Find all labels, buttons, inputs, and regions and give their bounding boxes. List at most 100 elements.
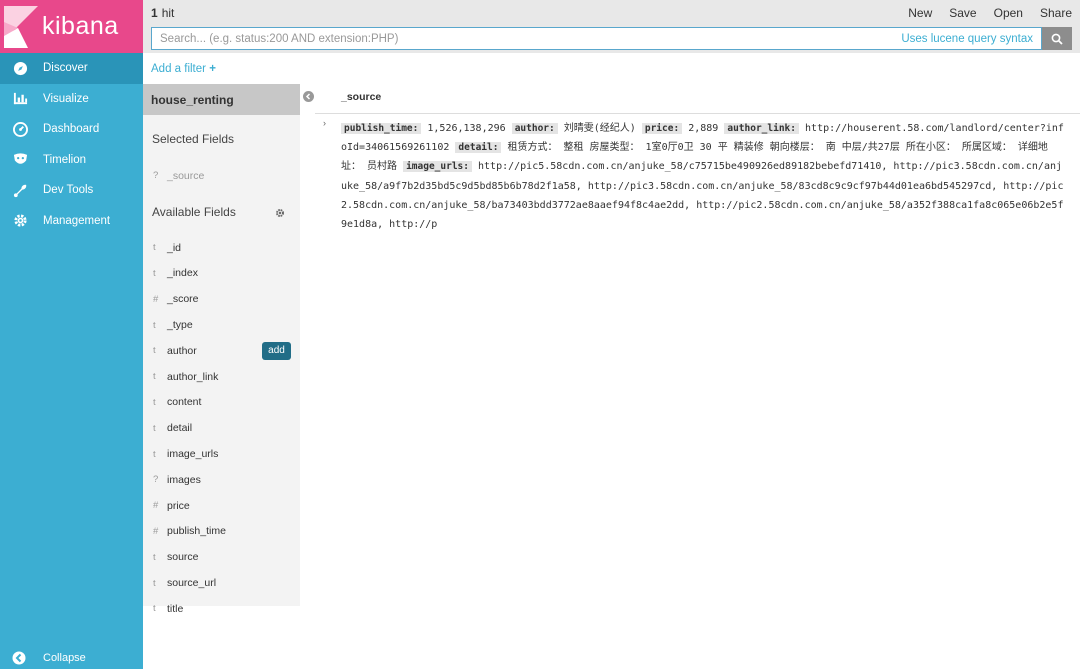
source-column-header: _source: [341, 91, 382, 103]
field-name: images: [167, 473, 201, 486]
nav-item-timelion[interactable]: Timelion: [0, 145, 143, 176]
field-name: author: [167, 344, 197, 357]
field-name: content: [167, 396, 202, 409]
lucene-syntax-link[interactable]: Uses lucene query syntax: [901, 33, 1033, 45]
field-type-icon: ?: [153, 474, 159, 486]
field-item[interactable]: ? _source: [143, 163, 300, 189]
field-item[interactable]: ? images: [143, 467, 300, 493]
field-item[interactable]: t _type: [143, 312, 300, 338]
field-item[interactable]: # price: [143, 493, 300, 519]
save-button[interactable]: Save: [949, 6, 976, 20]
add-filter-link[interactable]: Add a filter +: [151, 63, 216, 75]
source-field-key: author_link:: [724, 123, 799, 134]
field-item[interactable]: # _score: [143, 286, 300, 312]
nav-item-label: Visualize: [43, 92, 89, 105]
divider: [315, 113, 1080, 114]
field-item[interactable]: t source: [143, 544, 300, 570]
gear-icon: [12, 213, 28, 229]
sidebar-collapse-icon[interactable]: [303, 89, 314, 102]
search-placeholder: Search... (e.g. status:200 AND extension…: [160, 32, 399, 45]
search-button[interactable]: [1042, 27, 1072, 50]
field-name: title: [167, 602, 184, 615]
new-button[interactable]: New: [908, 6, 932, 20]
field-type-icon: t: [153, 448, 156, 460]
field-type-icon: t: [153, 242, 156, 254]
dashboard-icon: [12, 121, 28, 137]
field-item[interactable]: t content: [143, 390, 300, 416]
source-field-value: 1,526,138,296: [427, 123, 506, 134]
nav-item-dev-tools[interactable]: Dev Tools: [0, 175, 143, 206]
field-item[interactable]: t author_link: [143, 364, 300, 390]
kibana-logo-icon: [4, 5, 38, 48]
field-type-icon: t: [153, 345, 156, 357]
available-fields-title: Available Fields: [152, 204, 236, 219]
field-item[interactable]: t image_urls: [143, 441, 300, 467]
open-button[interactable]: Open: [994, 6, 1023, 20]
field-item[interactable]: t author add: [143, 338, 300, 364]
document-row[interactable]: publish_time: 1,526,138,296 author: 刘晴雯(…: [341, 119, 1066, 234]
filter-bar: Add a filter +: [143, 53, 1080, 84]
nav-item-label: Management: [43, 214, 111, 227]
plus-icon: +: [209, 62, 216, 75]
field-name: detail: [167, 422, 193, 435]
add-field-button[interactable]: add: [262, 341, 291, 360]
field-type-icon: #: [153, 500, 159, 512]
side-nav: kibana Discover Visualize Dashboard Timelio…: [0, 0, 143, 669]
field-name: author_link: [167, 370, 219, 383]
nav-item-label: Discover: [43, 62, 88, 75]
collapse-button[interactable]: Collapse: [0, 647, 143, 669]
field-type-icon: t: [153, 396, 156, 408]
field-item[interactable]: t detail: [143, 415, 300, 441]
source-field-value: 刘晴雯(经纪人): [563, 123, 636, 134]
source-field-key: publish_time:: [341, 123, 422, 134]
field-name: price: [167, 499, 190, 512]
search-bar: Search... (e.g. status:200 AND extension…: [143, 25, 1080, 53]
compass-icon: [12, 60, 28, 76]
nav-item-discover[interactable]: Discover: [0, 53, 143, 84]
source-field-key: price:: [641, 123, 683, 134]
field-name: source_url: [167, 577, 217, 590]
arrow-left-circle-icon: [12, 651, 26, 665]
search-icon: [1051, 33, 1063, 45]
collapse-label: Collapse: [43, 652, 86, 664]
field-item[interactable]: t _id: [143, 235, 300, 261]
field-type-icon: t: [153, 577, 156, 589]
nav-item-dashboard[interactable]: Dashboard: [0, 114, 143, 145]
source-field-key: image_urls:: [403, 161, 472, 173]
field-name: _id: [167, 241, 182, 254]
field-item[interactable]: t _index: [143, 261, 300, 287]
field-type-icon: t: [153, 551, 156, 563]
field-type-icon: t: [153, 603, 156, 615]
search-input[interactable]: Search... (e.g. status:200 AND extension…: [151, 27, 1042, 50]
timelion-icon: [12, 152, 28, 168]
expand-row-icon[interactable]: ›: [323, 118, 326, 128]
hits-count: 1: [151, 5, 158, 20]
selected-fields-title: Selected Fields: [152, 132, 235, 146]
source-field-key: author:: [511, 123, 558, 134]
nav-item-label: Dev Tools: [43, 184, 94, 197]
available-fields-header: Available Fields: [143, 189, 300, 235]
field-item[interactable]: t source_url: [143, 570, 300, 596]
field-type-icon: t: [153, 319, 156, 331]
nav-item-visualize[interactable]: Visualize: [0, 84, 143, 115]
field-type-icon: #: [153, 525, 159, 537]
logo-text: kibana: [42, 12, 119, 40]
field-name: _index: [167, 267, 198, 280]
gear-icon[interactable]: [275, 207, 285, 217]
add-filter-label: Add a filter: [151, 62, 206, 75]
field-name: _source: [167, 169, 205, 182]
field-item[interactable]: # publish_time: [143, 519, 300, 545]
nav-item-management[interactable]: Management: [0, 206, 143, 237]
source-field-key: detail:: [455, 142, 502, 154]
index-pattern-title[interactable]: house_renting: [143, 84, 300, 115]
top-bar: 1 hit New Save Open Share: [143, 0, 1080, 25]
field-sidebar: house_renting Selected Fields ? _source A…: [143, 84, 300, 615]
field-name: _score: [167, 293, 199, 306]
field-type-icon: #: [153, 293, 159, 305]
field-name: _type: [167, 319, 193, 332]
kibana-logo[interactable]: kibana: [0, 0, 143, 53]
source-field-value: 2,889: [688, 123, 719, 134]
bar-chart-icon: [12, 91, 28, 107]
share-button[interactable]: Share: [1040, 6, 1072, 20]
field-item[interactable]: t title: [143, 596, 300, 622]
